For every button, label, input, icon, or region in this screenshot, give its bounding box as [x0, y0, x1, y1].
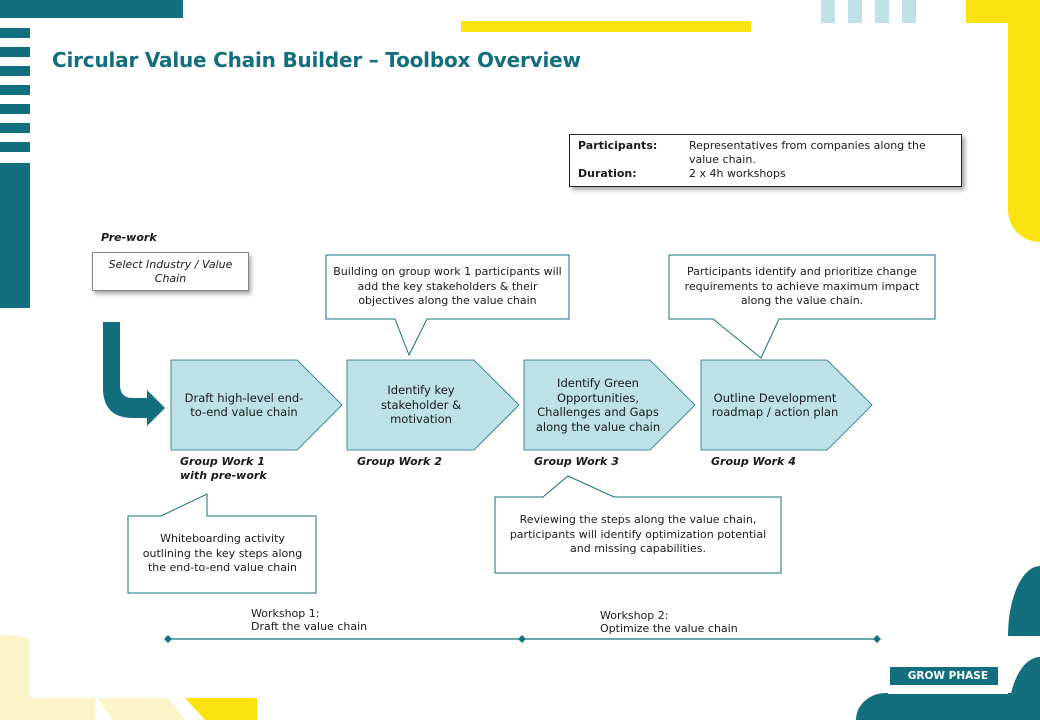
- step-1-label: Draft high-level end-to-end value chain: [184, 390, 304, 420]
- step-4-text: Outline Development roadmap / action pla…: [701, 360, 849, 450]
- workshop-1-title: Workshop 1:: [251, 607, 320, 620]
- callout-step3-text: Reviewing the steps along the value chai…: [503, 499, 773, 571]
- group-1-title: Group Work 1: [180, 455, 265, 468]
- callout-step4-label: Participants identify and prioritize cha…: [684, 265, 920, 308]
- step-2-text: Identify key stakeholder & motivation: [347, 360, 495, 450]
- step-3-label: Identify Green Opportunities, Challenges…: [535, 376, 661, 434]
- step-2-label: Identify key stakeholder & motivation: [380, 383, 462, 427]
- workshop-1-subtitle: Draft the value chain: [251, 620, 368, 633]
- callout-step4-text: Participants identify and prioritize cha…: [673, 257, 931, 317]
- group-label-3: Group Work 3: [534, 455, 619, 469]
- group-label-2: Group Work 2: [357, 455, 442, 469]
- workshop-2-label: Workshop 2: Optimize the value chain: [600, 609, 738, 635]
- prework-curved-arrow-icon: [103, 322, 165, 426]
- timeline-marker-mid: [518, 635, 526, 643]
- group-label-1: Group Work 1 with pre-work: [180, 455, 267, 483]
- workshop-2-title: Workshop 2:: [600, 609, 669, 622]
- timeline-marker-end: [873, 635, 881, 643]
- callout-step1-label: Whiteboarding activity outlining the key…: [142, 532, 303, 575]
- group-1-subtitle: with pre-work: [180, 469, 267, 482]
- workshop-1-label: Workshop 1: Draft the value chain: [251, 607, 367, 633]
- group-2-title: Group Work 2: [357, 455, 442, 468]
- callout-step2-text: Building on group work 1 participants wi…: [330, 257, 565, 317]
- phase-badge: GROW PHASE: [890, 667, 998, 685]
- callout-step3-label: Reviewing the steps along the value chai…: [509, 513, 767, 556]
- callout-step1-text: Whiteboarding activity outlining the key…: [140, 518, 305, 590]
- step-1-text: Draft high-level end-to-end value chain: [170, 360, 318, 450]
- group-label-4: Group Work 4: [711, 455, 796, 469]
- workshop-2-subtitle: Optimize the value chain: [600, 622, 738, 635]
- callout-step2-label: Building on group work 1 participants wi…: [333, 265, 562, 308]
- timeline-marker-start: [164, 635, 172, 643]
- step-3-text: Identify Green Opportunities, Challenges…: [524, 360, 672, 450]
- group-3-title: Group Work 3: [534, 455, 619, 468]
- group-4-title: Group Work 4: [711, 455, 796, 468]
- diagram-shapes: [103, 254, 936, 643]
- step-4-label: Outline Development roadmap / action pla…: [711, 390, 839, 420]
